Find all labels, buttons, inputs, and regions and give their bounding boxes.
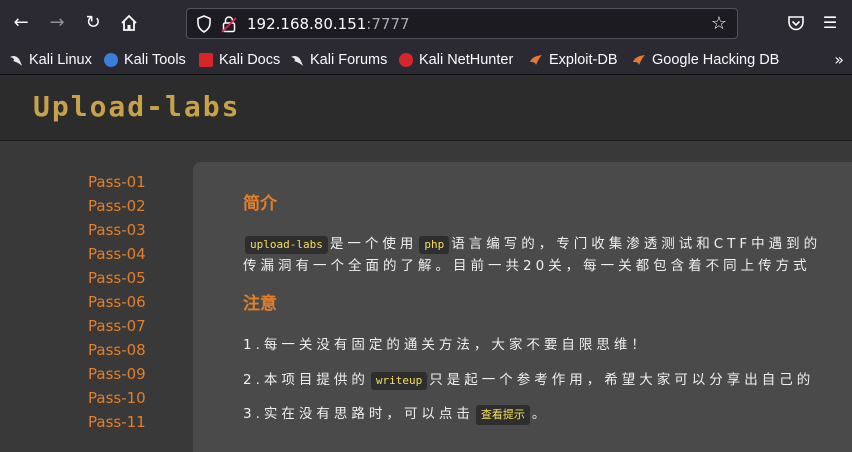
bookmark-label: Kali Forums <box>310 52 388 68</box>
bookmark-kali-forums[interactable]: Kali Forums <box>290 50 387 70</box>
reload-icon[interactable]: ↻ <box>81 11 105 35</box>
exploit-db-icon <box>529 53 543 67</box>
notice-item-1: 1.每一关没有固定的通关方法，大家不要自限思维！ <box>243 337 649 353</box>
chevron-more-icon[interactable]: » <box>834 50 844 70</box>
bookmark-label: Google Hacking DB <box>652 52 780 68</box>
bookmark-label: Kali NetHunter <box>419 52 514 68</box>
nethunter-icon <box>399 53 413 67</box>
url-text[interactable]: 192.168.80.151:7777 <box>247 14 410 34</box>
kali-tools-icon <box>104 53 118 67</box>
bookmark-google-hacking-db[interactable]: Google Hacking DB <box>632 50 779 70</box>
bookmark-kali-docs[interactable]: Kali Docs <box>199 50 280 70</box>
sidebar-item-pass-01[interactable]: Pass-01 <box>88 172 146 192</box>
notice-text: 2.本项目提供的 <box>243 372 369 388</box>
bookmark-kali-linux[interactable]: Kali Linux <box>9 50 92 70</box>
bookmark-kali-nethunter[interactable]: Kali NetHunter <box>399 50 513 70</box>
sidebar-nav: Pass-01 Pass-02 Pass-03 Pass-04 Pass-05 … <box>0 142 192 441</box>
kali-docs-icon <box>199 53 213 67</box>
site-header: Upload-labs <box>0 75 852 141</box>
sidebar-item-pass-07[interactable]: Pass-07 <box>88 316 146 336</box>
site-logo[interactable]: Upload-labs <box>33 87 240 127</box>
view-hint-button[interactable]: 查看提示 <box>475 405 530 425</box>
bookmark-label: Kali Docs <box>219 52 281 68</box>
sidebar-item-pass-10[interactable]: Pass-10 <box>88 388 146 408</box>
sidebar-item-pass-11[interactable]: Pass-11 <box>88 412 146 432</box>
notice-item-2: 2.本项目提供的 writeup 只是起一个参考作用，希望大家可以分享出自己的 <box>243 369 814 391</box>
pocket-icon[interactable] <box>784 11 808 35</box>
url-port: :7777 <box>366 15 410 33</box>
notice-heading: 注意 <box>243 294 277 314</box>
bookmark-label: Exploit-DB <box>549 52 618 68</box>
sidebar-item-pass-05[interactable]: Pass-05 <box>88 268 146 288</box>
intro-heading: 简介 <box>243 194 277 214</box>
sidebar-item-pass-04[interactable]: Pass-04 <box>88 244 146 264</box>
bookmark-exploit-db[interactable]: Exploit-DB <box>529 50 618 70</box>
bookmark-star-icon[interactable]: ☆ <box>711 13 727 35</box>
notice-text: 。 <box>531 406 550 422</box>
intro-paragraph-line2: 传漏洞有一个全面的了解。目前一共20关，每一关都包含着不同上传方式 <box>243 258 811 274</box>
inline-code: writeup <box>370 372 428 390</box>
insecure-lock-icon[interactable] <box>221 15 237 33</box>
shield-icon[interactable] <box>195 15 213 33</box>
notice-text: 只是起一个参考作用，希望大家可以分享出自己的 <box>429 372 815 388</box>
notice-text: 3.实在没有思路时，可以点击 <box>243 406 474 422</box>
hamburger-menu-icon[interactable]: ☰ <box>818 11 842 35</box>
address-bar[interactable]: 192.168.80.151:7777 ☆ <box>186 8 738 39</box>
sidebar-item-pass-02[interactable]: Pass-02 <box>88 196 146 216</box>
sidebar-item-pass-06[interactable]: Pass-06 <box>88 292 146 312</box>
inline-code: php <box>419 236 450 254</box>
browser-toolbar: ← → ↻ 192.168.80.151:7777 ☆ ☰ <box>0 0 852 46</box>
bookmark-kali-tools[interactable]: Kali Tools <box>104 50 186 70</box>
ghdb-icon <box>632 53 646 67</box>
intro-text: 是一个使用 <box>329 236 418 252</box>
url-host: 192.168.80.151 <box>247 15 367 33</box>
main-content-panel: 简介 upload-labs 是一个使用 php 语言编写的，专门收集渗透测试和CTF… <box>193 162 852 452</box>
intro-paragraph-line1: upload-labs 是一个使用 php 语言编写的，专门收集渗透测试和CTF中遇到… <box>243 233 821 255</box>
sidebar-item-pass-08[interactable]: Pass-08 <box>88 340 146 360</box>
bookmark-label: Kali Linux <box>29 52 92 68</box>
bookmark-label: Kali Tools <box>124 52 186 68</box>
forward-arrow-icon[interactable]: → <box>45 11 69 35</box>
back-arrow-icon[interactable]: ← <box>9 11 33 35</box>
inline-code: upload-labs <box>245 236 328 254</box>
home-icon[interactable] <box>117 11 141 35</box>
kali-dragon-icon <box>290 53 304 67</box>
kali-dragon-icon <box>9 53 23 67</box>
sidebar-item-pass-09[interactable]: Pass-09 <box>88 364 146 384</box>
intro-text: 语言编写的，专门收集渗透测试和CTF中遇到的 <box>451 236 822 252</box>
sidebar-item-pass-03[interactable]: Pass-03 <box>88 220 146 240</box>
notice-item-3: 3.实在没有思路时，可以点击 查看提示。 <box>243 403 549 425</box>
bookmarks-toolbar: Kali Linux Kali Tools Kali Docs Kali For… <box>0 46 852 75</box>
